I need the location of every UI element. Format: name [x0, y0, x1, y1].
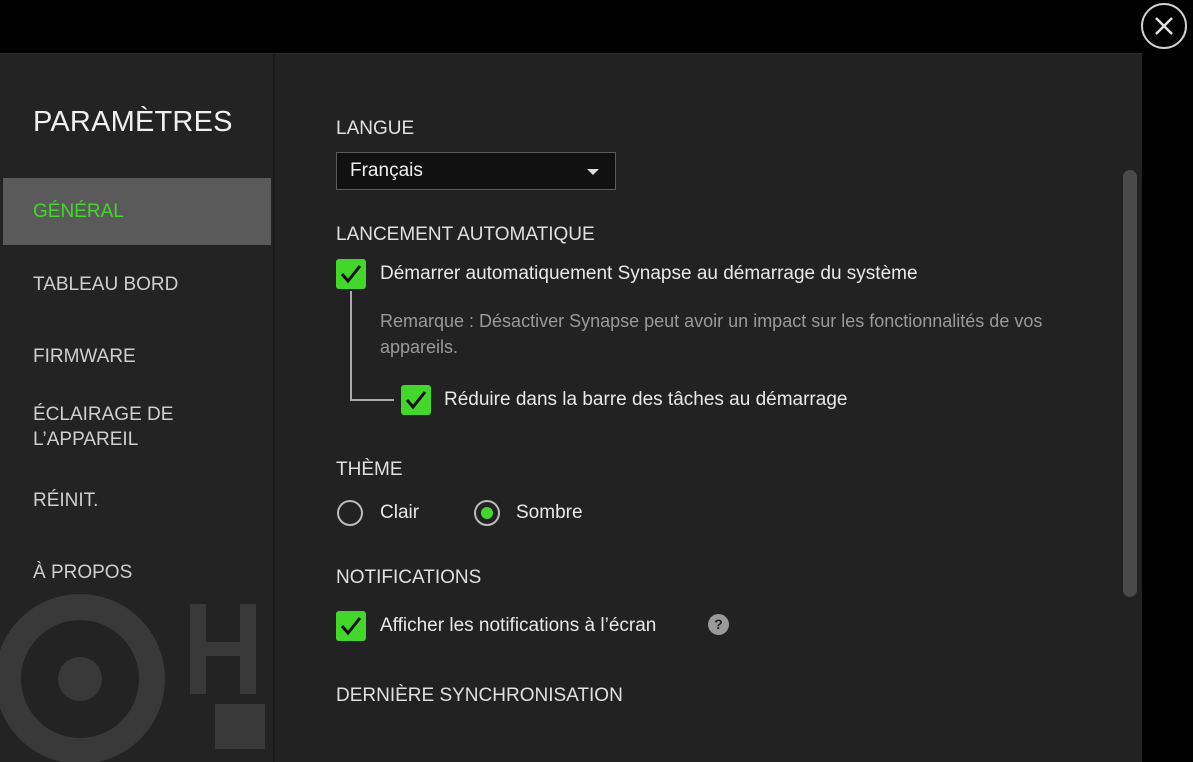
notifications-label: Afficher les notifications à l’écran — [380, 615, 657, 636]
theme-option-light: Clair — [380, 502, 420, 523]
tree-connector — [350, 399, 394, 401]
theme-radio-light[interactable] — [337, 500, 363, 526]
sidebar-item-label: À PROPOS — [33, 562, 133, 583]
sync-title: DERNIÈRE SYNCHRONISATION — [336, 685, 623, 706]
sidebar-item-label: GÉNÉRAL — [33, 201, 124, 222]
notifications-title: NOTIFICATIONS — [336, 567, 482, 588]
minimize-checkbox[interactable] — [401, 385, 431, 415]
sidebar-item-label: TABLEAU BORD — [33, 274, 179, 295]
close-icon — [1155, 17, 1173, 35]
language-title: LANGUE — [336, 118, 415, 139]
theme-title: THÈME — [336, 459, 403, 480]
checkmark-icon — [405, 391, 427, 410]
checkmark-icon — [340, 265, 362, 284]
theme-option-dark: Sombre — [516, 502, 583, 523]
sidebar-item-reset[interactable]: RÉINIT. — [3, 488, 271, 513]
sidebar-item-about[interactable]: À PROPOS — [3, 560, 271, 585]
settings-panel: PARAMÈTRES GÉNÉRAL TABLEAU BORD FIRMWARE… — [0, 53, 1142, 762]
sidebar-item-lighting[interactable]: ÉCLAIRAGE DE L’APPAREIL — [3, 402, 203, 452]
chevron-down-icon — [587, 169, 599, 175]
notifications-checkbox[interactable] — [336, 611, 366, 641]
content-area: LANGUE Français LANCEMENT AUTOMATIQUE Dé… — [275, 54, 1142, 762]
sidebar-item-dashboard[interactable]: TABLEAU BORD — [3, 272, 271, 297]
sidebar-item-label: ÉCLAIRAGE DE L’APPAREIL — [33, 404, 174, 450]
sidebar-item-general[interactable]: GÉNÉRAL — [3, 178, 271, 245]
sidebar-item-label: FIRMWARE — [33, 346, 136, 367]
watermark-logo — [0, 594, 265, 762]
tree-connector — [350, 291, 352, 401]
autostart-label: Démarrer automatiquement Synapse au déma… — [380, 263, 918, 284]
scrollbar-thumb[interactable] — [1123, 170, 1137, 597]
language-dropdown[interactable]: Français — [336, 152, 616, 190]
radio-selected-dot — [481, 507, 493, 519]
sidebar-item-firmware[interactable]: FIRMWARE — [3, 344, 271, 369]
theme-radio-dark[interactable] — [474, 500, 500, 526]
autostart-note: Remarque : Désactiver Synapse peut avoir… — [380, 311, 1043, 357]
checkmark-icon — [340, 617, 362, 636]
sidebar: PARAMÈTRES GÉNÉRAL TABLEAU BORD FIRMWARE… — [0, 54, 275, 762]
sidebar-title: PARAMÈTRES — [33, 106, 233, 138]
minimize-label: Réduire dans la barre des tâches au déma… — [444, 389, 848, 410]
close-button[interactable] — [1141, 3, 1187, 49]
language-value: Français — [350, 160, 423, 181]
sidebar-item-label: RÉINIT. — [33, 490, 99, 511]
help-icon[interactable]: ? — [708, 614, 729, 635]
autostart-title: LANCEMENT AUTOMATIQUE — [336, 224, 595, 245]
autostart-checkbox[interactable] — [336, 259, 366, 289]
